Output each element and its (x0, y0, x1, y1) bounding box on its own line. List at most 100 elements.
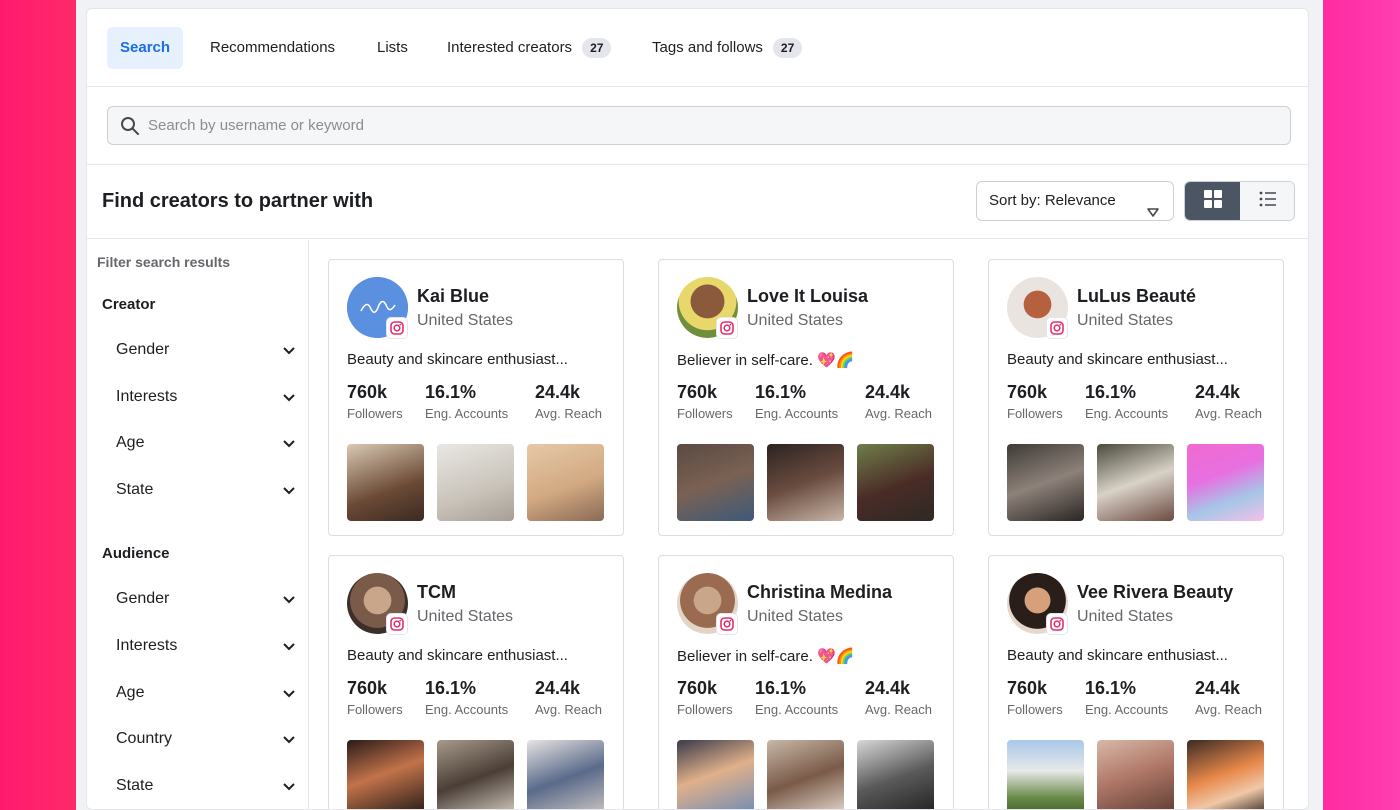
post-thumbnail[interactable] (1097, 444, 1174, 521)
engagement-label: Eng. Accounts (425, 702, 509, 717)
creator-card[interactable]: Vee Rivera Beauty United States Beauty a… (988, 555, 1284, 809)
creator-card[interactable]: LuLus Beauté United States Beauty and sk… (988, 259, 1284, 536)
reach-label: Avg. Reach (865, 406, 932, 421)
post-thumbnail[interactable] (677, 740, 754, 809)
post-thumbnail[interactable] (767, 740, 844, 809)
reach-label: Avg. Reach (865, 702, 932, 717)
view-toggle (1184, 181, 1295, 221)
engagement-value: 16.1% (755, 382, 807, 402)
tab-label: Recommendations (210, 39, 336, 56)
post-thumbnail[interactable] (437, 444, 514, 521)
reach-value: 24.4k (1195, 382, 1241, 402)
engagement-value: 16.1% (755, 678, 807, 698)
creator-name: Love It Louisa (747, 286, 869, 306)
followers-label: Followers (677, 702, 733, 717)
post-thumbnail[interactable] (1097, 740, 1174, 809)
post-thumbnail[interactable] (1187, 444, 1264, 521)
creator-bio: Believer in self-care. 💖🌈 (677, 352, 855, 369)
engagement-label: Eng. Accounts (1085, 702, 1169, 717)
followers-value: 760k (347, 678, 388, 698)
filter-sidebar: Filter search results Creator Gender Int… (87, 240, 309, 809)
instagram-icon (1046, 317, 1068, 339)
chevron-down-icon (282, 343, 296, 362)
followers-value: 760k (677, 678, 718, 698)
creator-name: Christina Medina (747, 582, 893, 602)
tab-interested-creators[interactable]: Interested creators 27 (434, 27, 624, 69)
creator-card[interactable]: Love It Louisa United States Believer in… (658, 259, 954, 536)
filter-creator-interests[interactable]: Interests (116, 388, 296, 406)
creator-bio: Beauty and skincare enthusiast... (347, 647, 568, 664)
filter-audience-interests[interactable]: Interests (116, 637, 296, 655)
engagement-value: 16.1% (425, 678, 477, 698)
count-badge: 27 (772, 38, 803, 59)
filter-audience-country[interactable]: Country (116, 730, 296, 748)
reach-label: Avg. Reach (535, 702, 602, 717)
engagement-value: 16.1% (1085, 382, 1137, 402)
engagement-value: 16.1% (425, 382, 477, 402)
followers-label: Followers (1007, 406, 1063, 421)
filter-label: State (116, 481, 154, 498)
filter-label: Country (116, 730, 173, 747)
followers-label: Followers (347, 406, 403, 421)
sort-label: Sort by: Relevance (989, 192, 1116, 209)
filter-audience-gender[interactable]: Gender (116, 590, 296, 608)
filter-title: Filter search results (97, 254, 231, 270)
reach-label: Avg. Reach (1195, 702, 1262, 717)
list-view-button[interactable] (1240, 182, 1294, 220)
search-box[interactable] (107, 106, 1291, 145)
count-badge: 27 (582, 38, 612, 59)
filter-label: Age (116, 684, 145, 701)
tab-recommendations[interactable]: Recommendations (197, 27, 348, 69)
post-thumbnail[interactable] (767, 444, 844, 521)
grid-view-button[interactable] (1185, 182, 1240, 220)
filter-audience-state[interactable]: State (116, 777, 296, 795)
post-thumbnail[interactable] (857, 444, 934, 521)
engagement-value: 16.1% (1085, 678, 1137, 698)
post-thumbnail[interactable] (677, 444, 754, 521)
filter-creator-state[interactable]: State (116, 481, 296, 499)
post-thumbnail[interactable] (1007, 740, 1084, 809)
creator-name: Vee Rivera Beauty (1077, 582, 1234, 602)
creator-bio: Beauty and skincare enthusiast... (1007, 647, 1228, 664)
post-thumbnail[interactable] (527, 444, 604, 521)
filter-creator-gender[interactable]: Gender (116, 341, 296, 359)
creator-card[interactable]: Kai Blue United States Beauty and skinca… (328, 259, 624, 536)
caret-down-icon (1147, 195, 1159, 233)
followers-value: 760k (347, 382, 388, 402)
tab-tags-and-follows[interactable]: Tags and follows 27 (639, 27, 815, 69)
post-thumbnail[interactable] (527, 740, 604, 809)
chevron-down-icon (282, 390, 296, 409)
tab-search[interactable]: Search (107, 27, 184, 69)
chevron-down-icon (282, 483, 296, 502)
followers-label: Followers (347, 702, 403, 717)
page-title: Find creators to partner with (102, 190, 374, 212)
post-thumbnail[interactable] (347, 444, 424, 521)
followers-label: Followers (1007, 702, 1063, 717)
tab-lists[interactable]: Lists (364, 27, 421, 69)
creator-name: LuLus Beauté (1077, 286, 1197, 306)
post-thumbnail[interactable] (347, 740, 424, 809)
engagement-label: Eng. Accounts (755, 406, 839, 421)
creator-location: United States (747, 608, 844, 625)
instagram-icon (1046, 613, 1068, 635)
followers-value: 760k (1007, 678, 1048, 698)
filter-label: Interests (116, 637, 178, 654)
followers-label: Followers (677, 406, 733, 421)
post-thumbnail[interactable] (857, 740, 934, 809)
creator-card[interactable]: Christina Medina United States Believer … (658, 555, 954, 809)
post-thumbnail[interactable] (437, 740, 514, 809)
filter-creator-age[interactable]: Age (116, 434, 296, 452)
results-header: Find creators to partner with Sort by: R… (87, 165, 1308, 239)
chevron-down-icon (282, 686, 296, 705)
post-thumbnail[interactable] (1187, 740, 1264, 809)
sort-dropdown[interactable]: Sort by: Relevance (976, 181, 1174, 221)
reach-value: 24.4k (535, 382, 581, 402)
tab-label: Interested creators (447, 39, 573, 56)
creator-card[interactable]: TCM United States Beauty and skincare en… (328, 555, 624, 809)
creator-location: United States (417, 608, 514, 625)
search-input[interactable] (148, 107, 1278, 144)
filter-label: Interests (116, 388, 178, 405)
post-thumbnail[interactable] (1007, 444, 1084, 521)
filter-audience-age[interactable]: Age (116, 684, 296, 702)
chevron-down-icon (282, 732, 296, 751)
